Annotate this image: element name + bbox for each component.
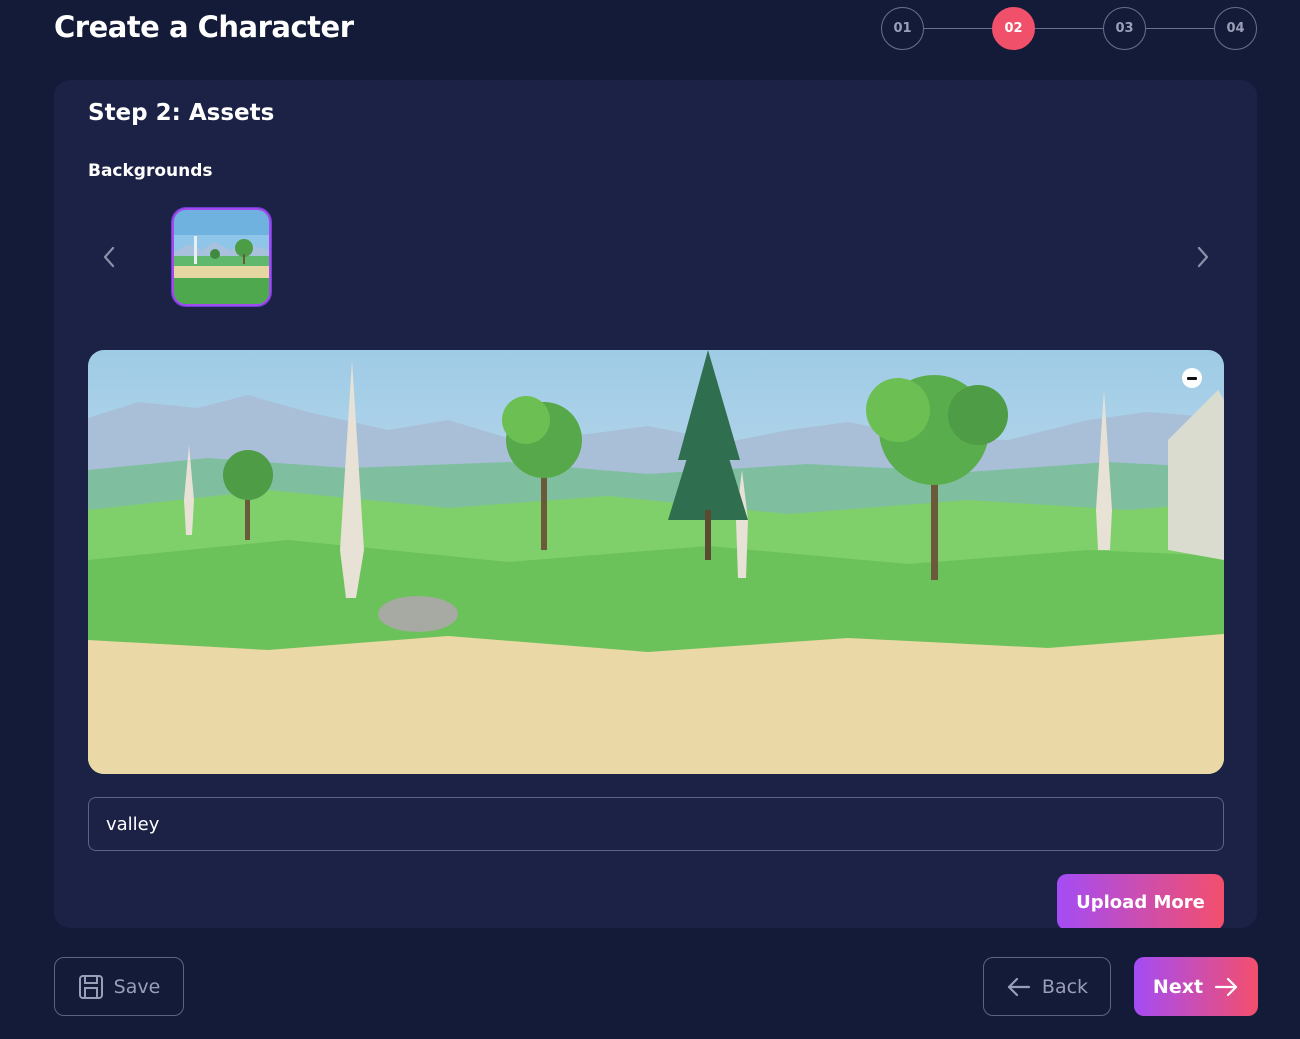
background-name-input[interactable]	[88, 797, 1224, 851]
background-thumbnail[interactable]	[172, 208, 271, 306]
backgrounds-label: Backgrounds	[88, 161, 213, 181]
step-connector	[1035, 28, 1103, 29]
carousel-next-button[interactable]	[1191, 242, 1215, 272]
arrow-left-icon	[1007, 977, 1031, 996]
step-connector	[1146, 28, 1214, 29]
carousel-prev-button[interactable]	[97, 242, 121, 272]
page-title: Create a Character	[54, 10, 354, 44]
assets-card: Step 2: Assets Backgrounds valley Upload…	[54, 80, 1257, 928]
stepper: 01 02 03 04	[881, 7, 1258, 51]
minus-circle-icon	[1187, 376, 1197, 380]
back-button[interactable]: Back	[983, 957, 1111, 1016]
next-button[interactable]: Next	[1134, 957, 1258, 1016]
step-connector	[924, 28, 992, 29]
chevron-left-icon	[103, 246, 115, 268]
card-title: Step 2: Assets	[88, 100, 275, 126]
save-icon	[78, 974, 103, 999]
chevron-right-icon	[1197, 246, 1209, 268]
save-label: Save	[113, 975, 161, 998]
valley-landscape-image	[88, 350, 1224, 774]
step-2-active[interactable]: 02	[992, 7, 1035, 50]
remove-background-button[interactable]	[1182, 368, 1202, 388]
back-label: Back	[1041, 975, 1089, 998]
next-label: Next	[1152, 975, 1204, 998]
save-button[interactable]: Save	[54, 957, 184, 1016]
landscape-thumbnail	[174, 210, 269, 304]
step-1[interactable]: 01	[881, 7, 924, 50]
step-3[interactable]: 03	[1103, 7, 1146, 50]
arrow-right-icon	[1214, 977, 1238, 996]
background-preview	[88, 350, 1224, 774]
step-4[interactable]: 04	[1214, 7, 1257, 50]
upload-more-button[interactable]: Upload More	[1057, 874, 1224, 928]
